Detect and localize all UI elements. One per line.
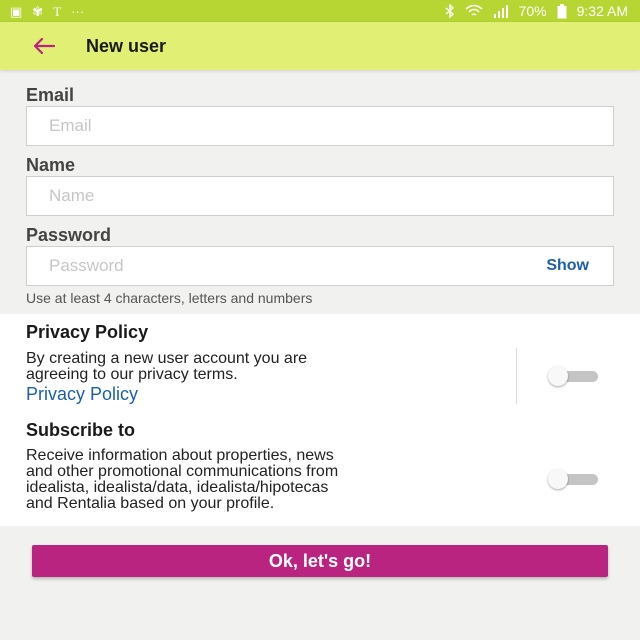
- privacy-toggle[interactable]: [548, 366, 598, 386]
- email-field-box: [26, 106, 614, 146]
- signal-icon: [493, 4, 508, 18]
- name-label: Name: [26, 155, 76, 175]
- email-field[interactable]: [47, 115, 593, 137]
- clock: 9:32 AM: [576, 3, 628, 19]
- show-password-button[interactable]: Show: [546, 257, 589, 275]
- battery-percent: 70%: [518, 3, 547, 19]
- status-bar: ▣ ✾ T ··· 70% 9:32 AM: [0, 0, 640, 22]
- status-bar-right: 70% 9:32 AM: [445, 3, 628, 19]
- password-label: Password: [26, 225, 112, 245]
- privacy-policy-link[interactable]: Privacy Policy: [26, 384, 138, 405]
- page-title: New user: [86, 35, 167, 56]
- subscribe-toggle[interactable]: [548, 469, 598, 489]
- privacy-text-line-1: By creating a new user account you are: [26, 350, 308, 367]
- submit-button[interactable]: Ok, let's go!: [32, 545, 608, 577]
- privacy-divider: [516, 348, 517, 404]
- email-label: Email: [26, 85, 75, 105]
- privacy-toggle-thumb: [548, 366, 568, 386]
- battery-icon: [557, 3, 567, 18]
- name-field-box: [26, 176, 614, 216]
- subscribe-text-line-2: and other promotional communications fro…: [26, 463, 339, 480]
- subscribe-title: Subscribe to: [26, 420, 136, 440]
- subscribe-text-line-4: and Rentalia based on your profile.: [26, 495, 275, 512]
- status-bar-left: ▣ ✾ T ···: [10, 5, 84, 18]
- consent-panel: Privacy Policy By creating a new user ac…: [0, 314, 640, 526]
- subscribe-text-line-3: idealista, idealista/data, idealista/hip…: [26, 479, 329, 496]
- subscribe-text-line-1: Receive information about properties, ne…: [26, 447, 334, 464]
- t-icon: T: [53, 3, 62, 19]
- password-hint: Use at least 4 characters, letters and n…: [26, 290, 313, 306]
- privacy-text-line-2: agreeing to our privacy terms.: [26, 366, 238, 383]
- signup-form: Email Name Password Show Use at least 4 …: [26, 84, 614, 306]
- password-field[interactable]: [47, 255, 547, 277]
- image-icon: ▣: [10, 3, 23, 19]
- name-field[interactable]: [47, 185, 593, 207]
- privacy-policy-title: Privacy Policy: [26, 322, 149, 342]
- back-button[interactable]: [28, 30, 60, 62]
- app-bar: New user: [0, 22, 640, 70]
- arrow-left-icon: [33, 38, 55, 54]
- subscribe-toggle-thumb: [548, 469, 568, 489]
- password-field-box: Show: [26, 246, 614, 286]
- pinwheel-icon: ✾: [32, 3, 44, 19]
- more-dots-icon: ···: [71, 3, 85, 19]
- wifi-icon: [465, 4, 483, 16]
- bluetooth-icon: [445, 4, 454, 18]
